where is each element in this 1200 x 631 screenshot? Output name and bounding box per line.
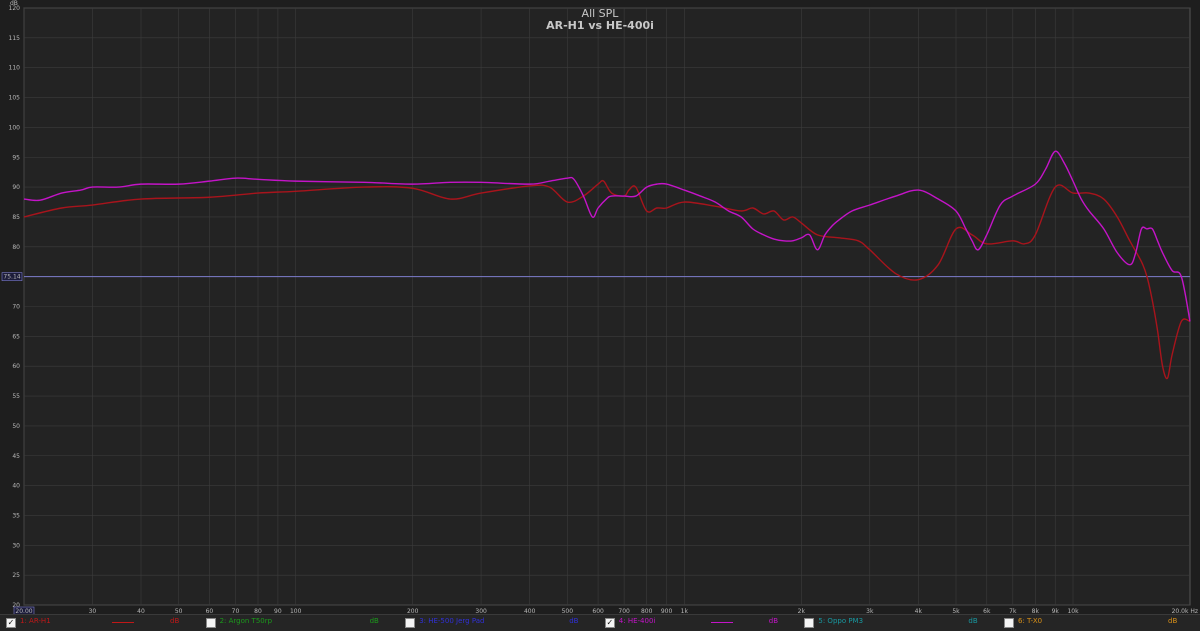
legend-checkbox[interactable]	[205, 618, 216, 628]
y-axis-label: dB	[10, 0, 18, 7]
y-tick-label: 35	[12, 512, 20, 519]
legend-unit: dB	[968, 617, 978, 625]
y-tick-label: 55	[12, 393, 20, 400]
legend-swatch	[710, 622, 733, 623]
y-tick-label: 110	[9, 65, 21, 72]
legend-checkbox[interactable]	[804, 618, 815, 628]
legend-label: 4: HE-400i	[618, 617, 656, 625]
legend-unit: dB	[1168, 617, 1178, 625]
y-tick-label: 100	[9, 124, 21, 131]
legend-item-6[interactable]: 6: T-X0 dB	[1002, 615, 1198, 631]
legend-item-3[interactable]: 3: HE-500 Jerg Pad dB	[403, 615, 599, 631]
legend-label: 1: AR-H1	[20, 617, 51, 625]
legend-swatch	[112, 622, 134, 623]
y-tick-label: 90	[12, 184, 20, 191]
y-tick-label: 80	[12, 244, 20, 251]
legend-item-1[interactable]: ✓ 1: AR-H1 dB	[4, 615, 200, 631]
legend-unit: dB	[768, 617, 779, 625]
y-tick-label: 30	[12, 542, 20, 549]
y-tick-label: 115	[9, 35, 21, 42]
reference-value-label: 75.14	[3, 274, 20, 281]
y-tick-label: 70	[12, 304, 20, 311]
y-tick-label: 65	[12, 333, 20, 340]
y-tick-label: 40	[12, 483, 20, 490]
y-tick-label: 95	[12, 154, 20, 161]
legend-unit: dB	[170, 617, 180, 625]
grid-lines	[23, 7, 1190, 606]
legend-item-5[interactable]: 5: Oppo PM3 dB	[802, 615, 998, 631]
y-tick-label: 50	[12, 423, 20, 430]
legend-item-4[interactable]: ✓ 4: HE-400i dB	[603, 615, 799, 631]
legend-unit: dB	[569, 617, 579, 625]
y-tick-label: 45	[12, 453, 20, 460]
spl-chart: 2025303540455055606570758085909510010511…	[0, 0, 1200, 614]
y-tick-label: 105	[9, 95, 21, 102]
chart-subtitle: AR-H1 vs HE-400i	[546, 19, 654, 32]
legend-checkbox[interactable]	[1004, 618, 1014, 628]
y-tick-label: 60	[12, 363, 20, 370]
legend-label: 5: Oppo PM3	[818, 617, 864, 625]
legend-checkbox[interactable]: ✓	[6, 618, 16, 628]
y-tick-label: 85	[12, 214, 20, 221]
legend-label: 6: T-X0	[1018, 617, 1043, 625]
y-tick-label: 25	[12, 572, 20, 579]
legend-label: 3: HE-500 Jerg Pad	[419, 617, 485, 625]
legend-checkbox[interactable]: ✓	[604, 618, 615, 628]
legend-item-2[interactable]: 2: Argon T50rp dB	[204, 615, 400, 631]
legend-label: 2: Argon T50rp	[219, 617, 273, 625]
legend-checkbox[interactable]	[405, 618, 416, 628]
legend-unit: dB	[369, 617, 379, 625]
legend-bar: ✓ 1: AR-H1 dB 2: Argon T50rp dB 3: HE-500 Jer…	[0, 614, 1200, 631]
